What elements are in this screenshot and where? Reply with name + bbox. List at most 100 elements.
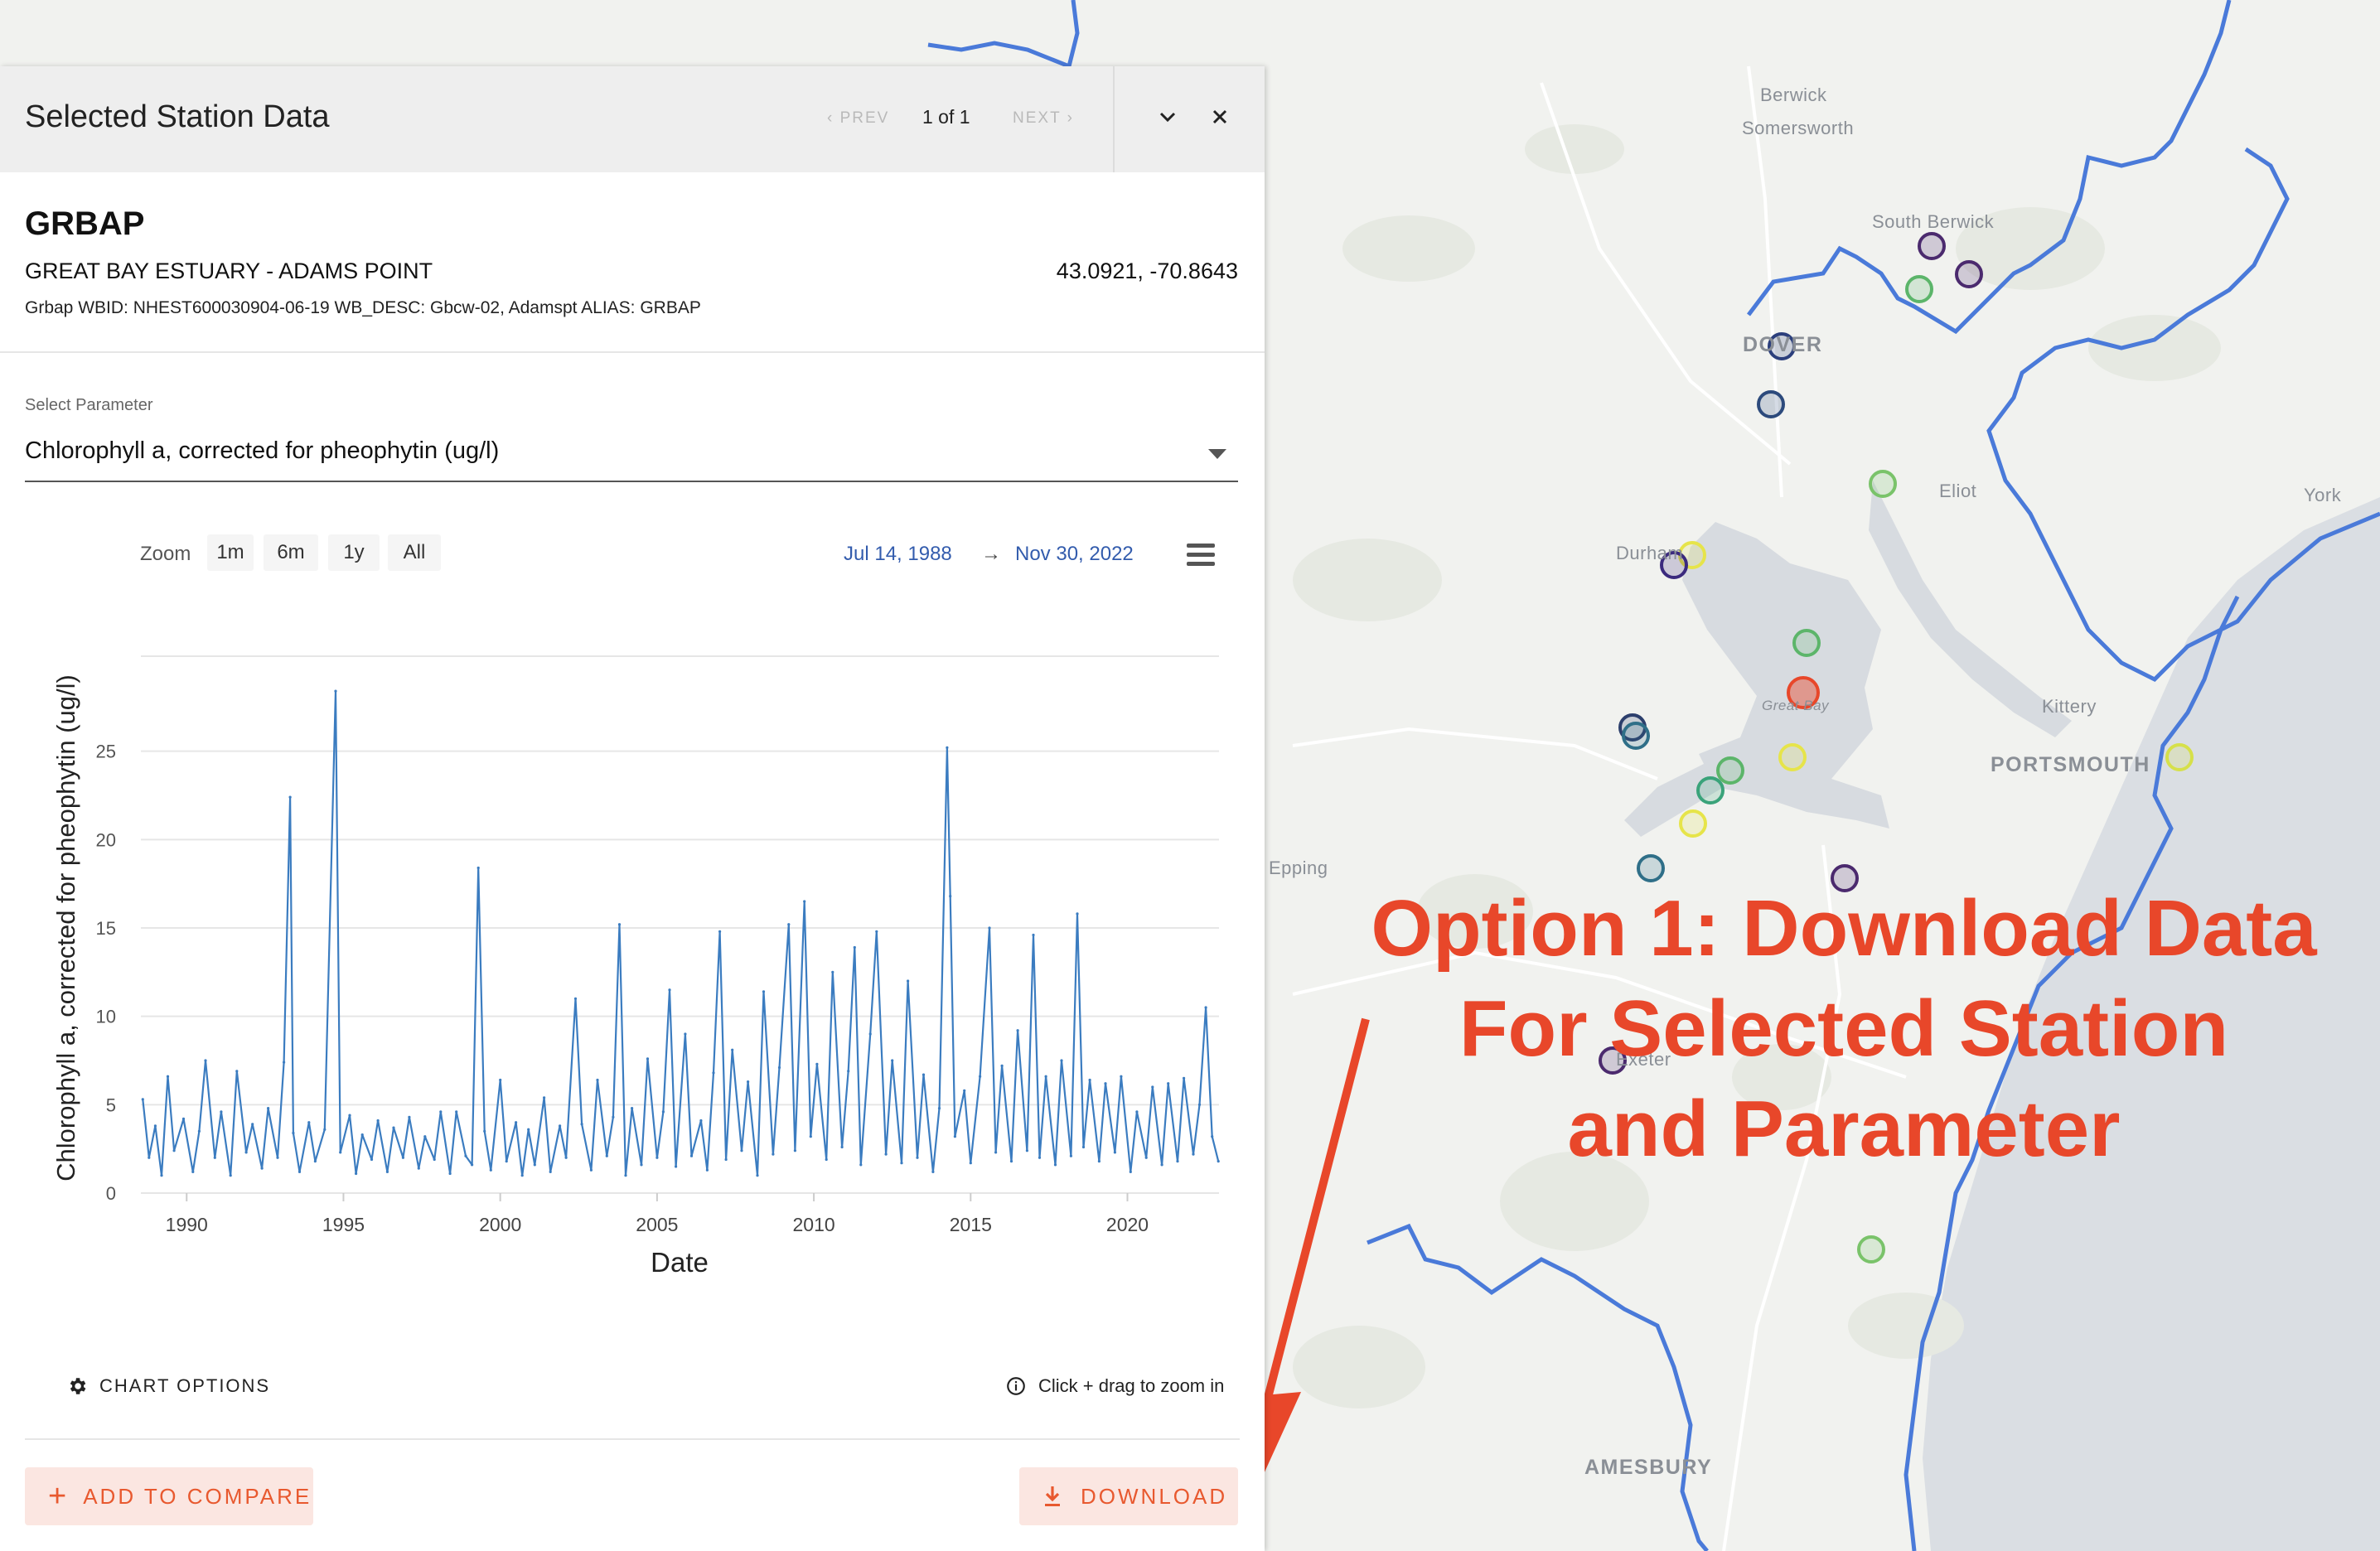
data-point [815, 1062, 819, 1065]
range-to-input[interactable]: Nov 30, 2022 [1015, 543, 1134, 566]
data-point [640, 1163, 643, 1167]
data-point [1097, 1160, 1101, 1163]
data-point [661, 1110, 665, 1114]
data-point [549, 1170, 552, 1173]
data-point [675, 1165, 678, 1168]
data-point [370, 1157, 374, 1162]
station-marker[interactable] [1905, 275, 1933, 303]
prev-button[interactable]: ‹ PREV [827, 109, 889, 128]
collapse-button[interactable] [1147, 96, 1188, 138]
station-marker[interactable] [1792, 629, 1821, 657]
data-point [1176, 1160, 1179, 1163]
data-point [288, 795, 292, 799]
data-point [220, 1110, 223, 1114]
chevron-down-icon [1159, 112, 1176, 123]
data-point [323, 1128, 327, 1131]
data-point [455, 1110, 458, 1114]
station-marker[interactable] [1679, 809, 1707, 838]
parameter-select[interactable]: Chlorophyll a, corrected for pheophytin … [25, 431, 1238, 482]
zoom-hint-text: Click + drag to zoom in [1038, 1375, 1225, 1396]
data-point [731, 1048, 734, 1051]
data-point [868, 1032, 872, 1036]
place-label-somersworth: Somersworth [1742, 118, 1855, 138]
data-point [712, 1071, 715, 1075]
annotation-line: and Parameter [1567, 1085, 2121, 1173]
download-label: DOWNLOAD [1081, 1483, 1228, 1509]
place-label-amesbury: AMESBURY [1584, 1456, 1713, 1479]
data-point [360, 1133, 364, 1137]
data-point [831, 970, 834, 974]
y-axis-title: Chlorophyll a, corrected for pheophytin … [51, 674, 80, 1181]
place-label-south-berwick: South Berwick [1872, 211, 1995, 232]
plus-icon: + [48, 1478, 67, 1514]
data-point [527, 1128, 530, 1131]
station-marker[interactable] [1955, 260, 1983, 288]
zoom-hint: Click + drag to zoom in [1005, 1375, 1224, 1397]
data-point [559, 1124, 562, 1128]
data-point [499, 1078, 502, 1082]
data-point [292, 1131, 295, 1135]
divider [0, 351, 1265, 353]
range-from-input[interactable]: Jul 14, 1988 [844, 543, 952, 566]
data-point [1217, 1160, 1220, 1163]
data-point [756, 1174, 759, 1177]
next-button[interactable]: NEXT › [1013, 109, 1074, 128]
station-marker[interactable] [1857, 1235, 1885, 1264]
data-point [840, 1145, 844, 1149]
data-point [283, 1061, 286, 1064]
add-to-compare-button[interactable]: + ADD TO COMPARE [25, 1467, 313, 1525]
station-marker[interactable] [1637, 854, 1665, 882]
annotation-line: Option 1: Download Data [1371, 884, 2317, 973]
station-marker[interactable] [1757, 390, 1785, 418]
download-button[interactable]: DOWNLOAD [1019, 1467, 1238, 1525]
data-point [1016, 1029, 1019, 1032]
station-marker[interactable] [1778, 743, 1807, 771]
data-point [787, 923, 791, 926]
data-point [334, 689, 337, 693]
place-label-eliot: Eliot [1939, 481, 1977, 501]
x-tick-label: 1990 [166, 1214, 208, 1235]
data-point [339, 1151, 342, 1154]
data-point [1183, 1076, 1186, 1080]
data-point [724, 1157, 728, 1162]
data-point [596, 1078, 599, 1082]
close-button[interactable] [1199, 96, 1241, 138]
data-point [181, 1117, 186, 1120]
close-icon [1212, 109, 1227, 124]
data-point [448, 1172, 452, 1176]
data-point [573, 997, 578, 1000]
data-point [1038, 1156, 1042, 1159]
data-point [793, 1149, 797, 1152]
station-marker[interactable] [1696, 776, 1725, 804]
station-marker[interactable] [1622, 722, 1650, 750]
data-point [476, 866, 480, 870]
data-point [900, 1162, 903, 1165]
data-point [891, 1059, 894, 1062]
station-coordinates: 43.0921, -70.8643 [1056, 258, 1238, 283]
data-point [1120, 1075, 1123, 1078]
data-point [1160, 1163, 1163, 1167]
data-point [631, 1107, 634, 1110]
y-tick-label: 15 [96, 918, 116, 939]
data-point [699, 1119, 703, 1123]
data-point [191, 1170, 195, 1173]
data-point [141, 1098, 144, 1101]
data-point [355, 1172, 358, 1176]
data-point [515, 1121, 518, 1124]
data-point [969, 1162, 972, 1165]
data-point [931, 1170, 935, 1173]
data-point [859, 1163, 863, 1167]
x-tick-label: 2020 [1106, 1214, 1149, 1235]
station-marker[interactable] [1869, 470, 1897, 498]
station-marker[interactable] [2165, 743, 2194, 771]
data-point [1088, 1078, 1091, 1082]
station-marker[interactable] [1918, 232, 1946, 260]
chart-options-button[interactable]: CHART OPTIONS [66, 1375, 270, 1397]
data-point [520, 1174, 524, 1177]
parameter-value: Chlorophyll a, corrected for pheophytin … [25, 437, 500, 464]
data-point [777, 1065, 781, 1070]
chlorophyll-chart[interactable]: 0 5 10 15 20 25 1990 1995 2000 2005 2010 2015 2020 Da… [0, 563, 1265, 1292]
data-point [1060, 1059, 1063, 1062]
station-marker[interactable] [1716, 756, 1744, 785]
data-point [853, 945, 856, 949]
